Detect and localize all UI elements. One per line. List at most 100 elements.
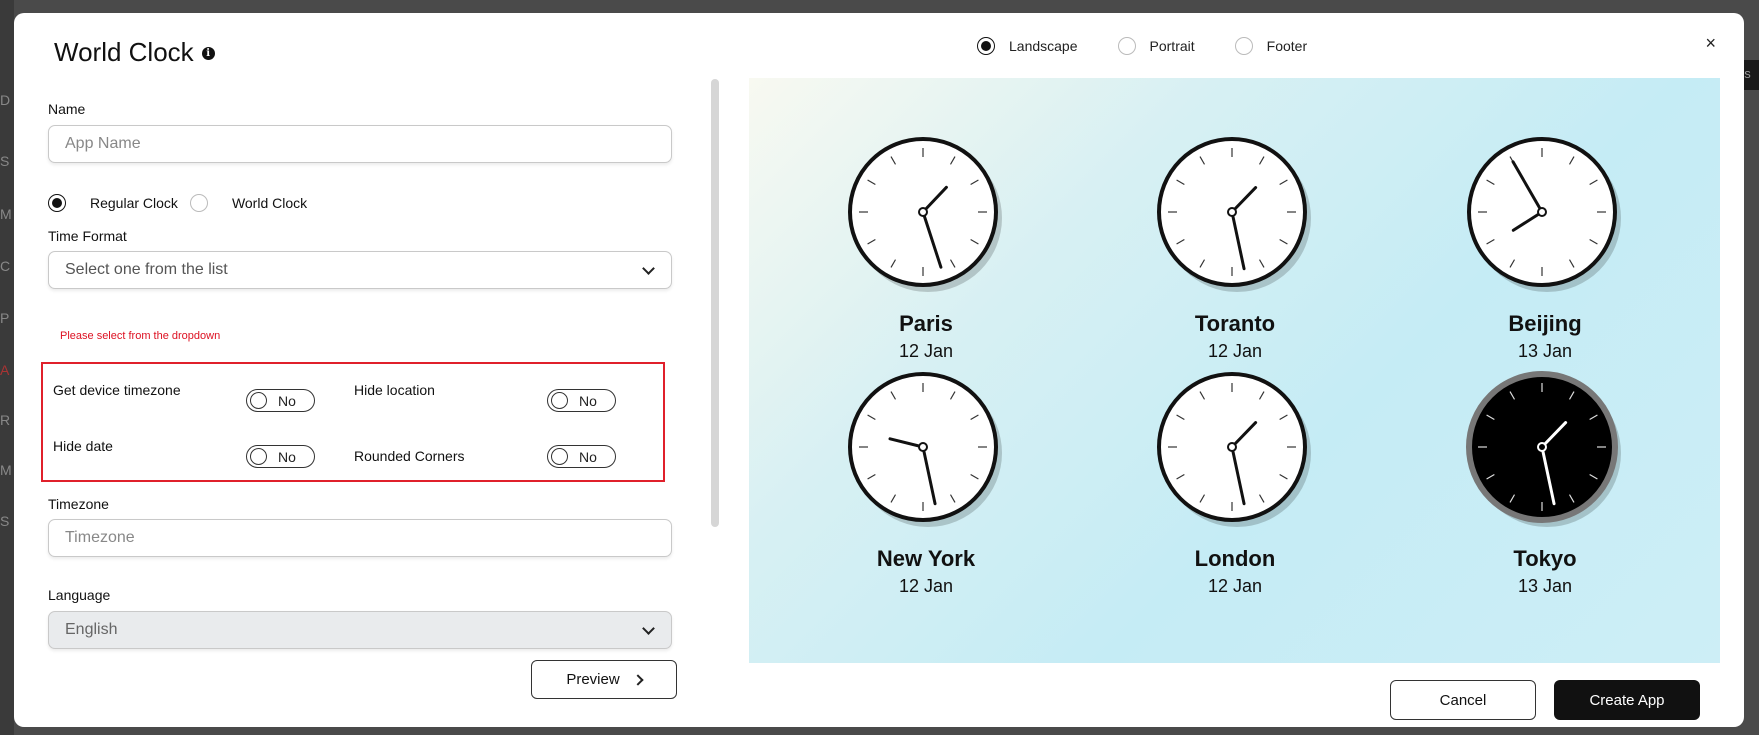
language-value: English bbox=[65, 621, 118, 638]
form-scrollbar[interactable] bbox=[711, 79, 719, 527]
backdrop-sidebar: D S M C P A R M S bbox=[0, 0, 14, 735]
orientation-selector: Landscape Portrait Footer bbox=[977, 37, 1307, 55]
radio-selected-icon[interactable] bbox=[48, 194, 66, 212]
timezone-input[interactable]: Timezone bbox=[48, 519, 672, 557]
timezone-label: Timezone bbox=[48, 496, 109, 512]
cancel-button[interactable]: Cancel bbox=[1390, 680, 1536, 720]
name-input[interactable]: App Name bbox=[48, 125, 672, 163]
device-timezone-label: Get device timezone bbox=[53, 382, 181, 398]
preview-button-label: Preview bbox=[566, 671, 620, 688]
clock-city: Tokyo bbox=[1513, 546, 1577, 571]
radio-empty-icon[interactable] bbox=[1234, 37, 1253, 55]
clock-center-pin bbox=[918, 207, 928, 217]
name-label: Name bbox=[48, 101, 86, 117]
analog-clock-icon bbox=[1466, 371, 1621, 527]
world-clock-modal: World Clock i × Landscape Portrait Foote… bbox=[14, 13, 1744, 727]
clock-card: Toranto 12 Jan bbox=[1125, 132, 1345, 362]
clock-city: Beijing bbox=[1508, 311, 1582, 336]
clock-city: Toranto bbox=[1194, 311, 1276, 336]
backdrop-letter: A bbox=[0, 362, 10, 378]
clock-card: Tokyo 13 Jan bbox=[1435, 367, 1655, 597]
backdrop-letter: D bbox=[0, 92, 11, 108]
toggle-knob bbox=[551, 448, 568, 465]
toggle-value: No bbox=[278, 449, 296, 465]
clock-type-world-label[interactable]: World Clock bbox=[232, 195, 307, 211]
clock-preview-panel: Paris 12 Jan Toranto 12 Jan Beijing 13 J… bbox=[749, 78, 1720, 663]
language-label: Language bbox=[48, 587, 111, 603]
analog-clock-icon bbox=[1157, 372, 1311, 527]
device-timezone-toggle[interactable]: No bbox=[246, 389, 315, 412]
toggle-value: No bbox=[579, 393, 597, 409]
clock-date: 12 Jan bbox=[898, 341, 954, 361]
clock-center-pin bbox=[1227, 207, 1237, 217]
hide-location-toggle[interactable]: No bbox=[547, 389, 616, 412]
clock-center-pin bbox=[1227, 442, 1237, 452]
clock-card: London 12 Jan bbox=[1125, 367, 1345, 597]
close-button[interactable]: × bbox=[1705, 33, 1716, 54]
timezone-placeholder: Timezone bbox=[65, 529, 135, 546]
backdrop-letter: S bbox=[0, 513, 10, 529]
clock-center-pin bbox=[1537, 207, 1547, 217]
backdrop-letter: S bbox=[0, 153, 10, 169]
clock-card: Beijing 13 Jan bbox=[1435, 132, 1655, 362]
orientation-label: Footer bbox=[1266, 38, 1308, 54]
rounded-corners-label: Rounded Corners bbox=[354, 448, 465, 464]
time-format-label: Time Format bbox=[48, 228, 127, 244]
backdrop-letter: C bbox=[0, 258, 11, 274]
backdrop-letter: P bbox=[0, 310, 10, 326]
clock-card: New York 12 Jan bbox=[816, 367, 1036, 597]
chevron-down-icon bbox=[642, 262, 655, 275]
modal-title: World Clock bbox=[54, 37, 194, 67]
toggle-value: No bbox=[579, 449, 597, 465]
hide-location-label: Hide location bbox=[354, 382, 435, 398]
toggle-knob bbox=[250, 448, 267, 465]
radio-empty-icon[interactable] bbox=[189, 194, 208, 212]
toggle-options-group: Get device timezone No Hide location No … bbox=[41, 362, 665, 482]
backdrop-letter: M bbox=[0, 206, 12, 222]
settings-form: Name App Name Regular Clock World Clock … bbox=[41, 83, 688, 663]
analog-clock-icon bbox=[848, 137, 1002, 292]
hide-date-toggle[interactable]: No bbox=[246, 445, 315, 468]
clock-center-pin bbox=[918, 442, 928, 452]
create-app-button[interactable]: Create App bbox=[1554, 680, 1700, 720]
orientation-label: Landscape bbox=[1009, 38, 1078, 54]
clock-date: 12 Jan bbox=[1207, 341, 1263, 361]
radio-selected-icon[interactable] bbox=[977, 37, 995, 55]
orientation-portrait[interactable]: Portrait bbox=[1117, 37, 1195, 55]
backdrop-letter: M bbox=[0, 462, 12, 478]
hide-date-label: Hide date bbox=[53, 438, 113, 454]
clock-date: 13 Jan bbox=[1517, 576, 1573, 596]
radio-empty-icon[interactable] bbox=[1117, 37, 1136, 55]
clock-city: Paris bbox=[899, 311, 953, 336]
clock-city: New York bbox=[876, 546, 976, 571]
clock-type-regular-label[interactable]: Regular Clock bbox=[90, 195, 178, 211]
backdrop-letter: R bbox=[0, 412, 11, 428]
clock-type-selector: Regular Clock World Clock bbox=[48, 194, 307, 212]
analog-clock-icon bbox=[1467, 137, 1621, 292]
clock-center-pin bbox=[1537, 442, 1547, 452]
name-placeholder: App Name bbox=[65, 135, 141, 152]
clock-date: 12 Jan bbox=[898, 576, 954, 596]
chevron-down-icon bbox=[642, 622, 655, 635]
rounded-corners-toggle[interactable]: No bbox=[547, 445, 616, 468]
analog-clock-icon bbox=[1157, 137, 1311, 292]
info-icon[interactable]: i bbox=[201, 47, 215, 60]
clock-date: 13 Jan bbox=[1517, 341, 1573, 361]
chevron-right-icon bbox=[632, 674, 644, 686]
time-format-select[interactable]: Select one from the list bbox=[48, 251, 672, 289]
analog-clock-icon bbox=[848, 372, 1002, 527]
orientation-label: Portrait bbox=[1149, 38, 1195, 54]
clock-city: London bbox=[1194, 546, 1276, 571]
toggle-knob bbox=[250, 392, 267, 409]
time-format-error: Please select from the dropdown bbox=[60, 330, 221, 342]
toggle-value: No bbox=[278, 393, 296, 409]
toggle-knob bbox=[551, 392, 568, 409]
preview-button[interactable]: Preview bbox=[531, 660, 677, 699]
orientation-landscape[interactable]: Landscape bbox=[977, 37, 1078, 55]
modal-title-row: World Clock i bbox=[54, 37, 215, 68]
time-format-placeholder: Select one from the list bbox=[65, 261, 228, 278]
orientation-footer[interactable]: Footer bbox=[1234, 37, 1308, 55]
clock-date: 12 Jan bbox=[1207, 576, 1263, 596]
clock-card: Paris 12 Jan bbox=[816, 132, 1036, 362]
language-select[interactable]: English bbox=[48, 611, 672, 649]
